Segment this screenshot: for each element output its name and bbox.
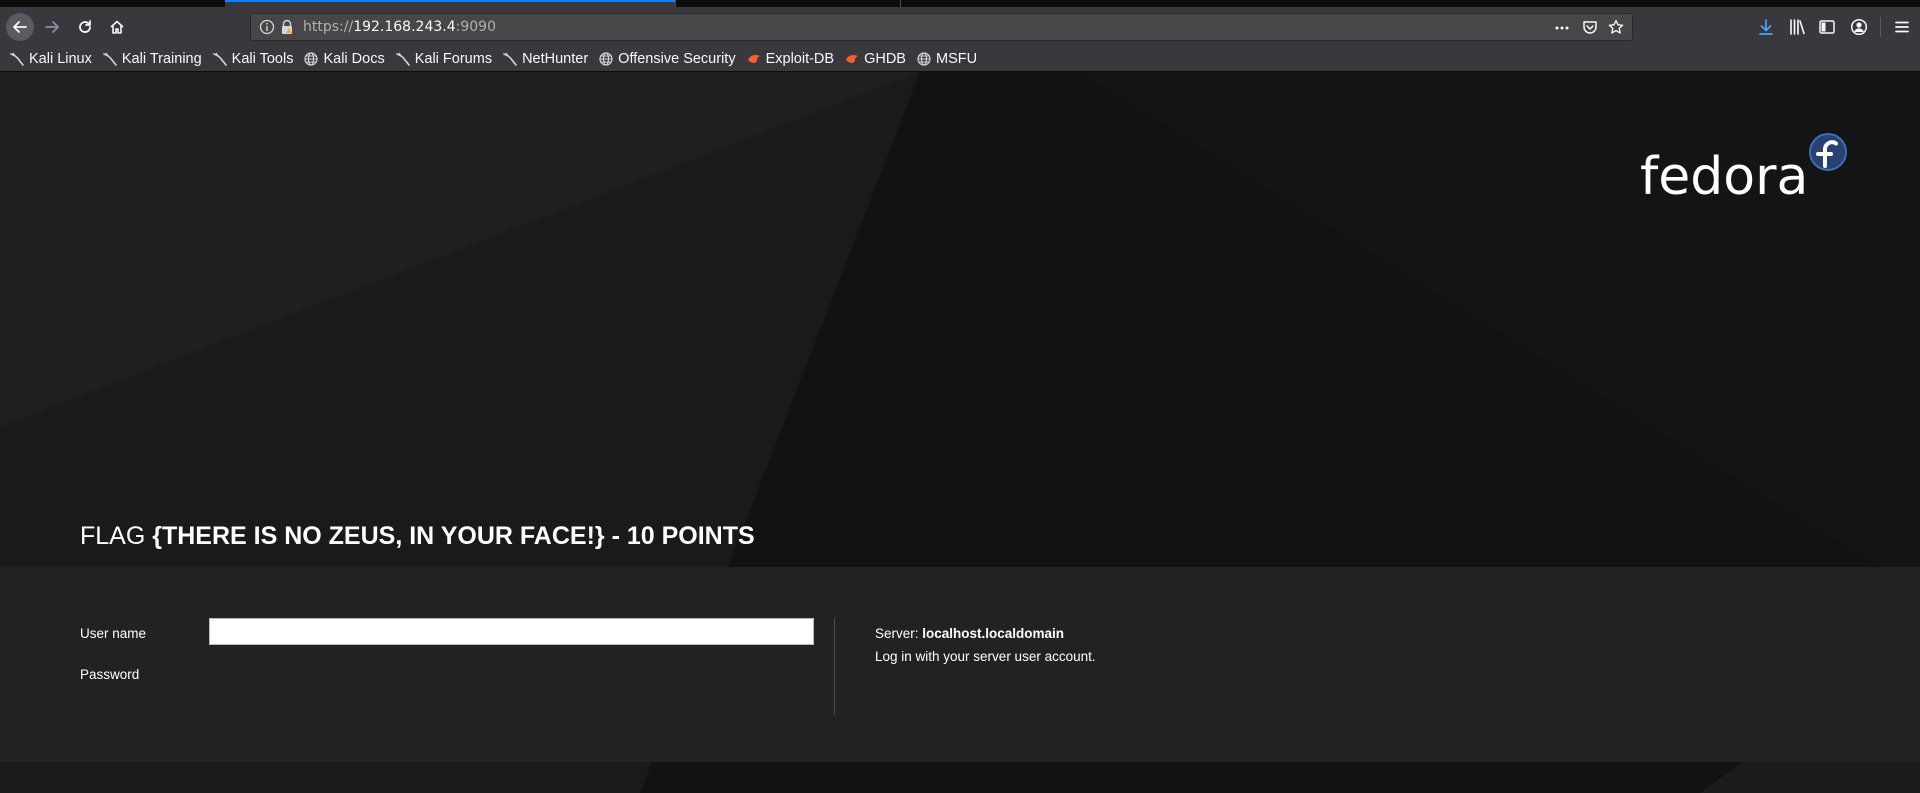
fedora-infinity-f-icon: [1809, 133, 1847, 171]
page-actions-more-icon[interactable]: [1554, 20, 1570, 36]
address-bar[interactable]: https://192.168.243.4:9090: [250, 13, 1633, 41]
bookmark-item[interactable]: Kali Training: [103, 51, 202, 67]
url-scheme: https://: [303, 19, 354, 35]
bookmark-item[interactable]: Kali Docs: [304, 50, 385, 67]
sidebar-toggle-icon[interactable]: [1818, 18, 1836, 36]
bookmark-label: Offensive Security: [618, 50, 736, 67]
arrow-right-icon: [45, 21, 59, 33]
login-panel: User name Password Server: localhost.loc…: [0, 567, 1920, 762]
bookmark-item[interactable]: Kali Linux: [10, 51, 92, 67]
download-icon[interactable]: [1757, 18, 1775, 36]
flag-title: FLAG {THERE IS NO ZEUS, IN YOUR FACE!} -…: [80, 522, 755, 551]
bookmark-label: NetHunter: [522, 50, 589, 67]
hamburger-menu-icon[interactable]: [1893, 18, 1911, 36]
bookmark-star-icon[interactable]: [1608, 19, 1624, 35]
bookmark-label: Kali Linux: [29, 50, 92, 67]
toolbar-separator: [1880, 17, 1881, 37]
pocket-icon[interactable]: [1582, 19, 1598, 35]
bookmark-label: MSFU: [935, 50, 978, 67]
bookmark-item[interactable]: Kali Tools: [212, 50, 294, 67]
home-button[interactable]: [103, 13, 131, 41]
server-info: Server: localhost.localdomain: [875, 626, 1064, 641]
arrow-left-icon: [13, 21, 27, 33]
bookmark-label: Kali Forums: [414, 50, 493, 67]
exploit-db-icon: [747, 52, 761, 66]
flag-prefix: FLAG: [80, 522, 153, 550]
web-page: fedora FLAG {THERE IS NO ZEUS, IN YOUR F…: [0, 72, 1920, 793]
kali-dragon-icon: [395, 52, 410, 66]
server-label: Server:: [875, 626, 923, 641]
broken-lock-icon[interactable]: [279, 19, 295, 35]
login-hint: Log in with your server user account.: [875, 649, 1096, 664]
bookmark-label: Exploit-DB: [765, 50, 835, 67]
username-input[interactable]: [209, 618, 814, 645]
library-icon[interactable]: [1788, 18, 1806, 36]
forward-button[interactable]: [38, 13, 66, 41]
bookmark-item[interactable]: NetHunter: [503, 51, 588, 67]
kali-dragon-icon: [103, 52, 117, 66]
globe-icon: [917, 51, 931, 66]
password-label: Password: [80, 667, 140, 682]
bookmark-label: Kali Training: [121, 50, 202, 67]
tab-strip: [0, 0, 1920, 7]
tab-separator: [675, 0, 676, 7]
server-name: localhost.localdomain: [922, 626, 1065, 641]
active-tab[interactable]: [225, 0, 675, 7]
exploit-db-icon: [845, 52, 859, 66]
globe-icon: [599, 51, 613, 66]
panel-divider: [834, 618, 835, 715]
bookmark-label: Kali Docs: [323, 50, 385, 67]
reload-button[interactable]: [71, 13, 99, 41]
kali-dragon-icon: [212, 52, 227, 66]
fedora-logo: fedora: [1640, 133, 1847, 207]
back-button[interactable]: [6, 13, 34, 41]
info-icon[interactable]: [259, 19, 275, 35]
reload-icon: [79, 20, 91, 33]
bookmark-item[interactable]: Offensive Security: [599, 50, 736, 67]
bookmarks-toolbar: Kali Linux Kali Training Kali Tools Kali Do…: [0, 46, 1920, 72]
bookmark-item[interactable]: Kali Forums: [395, 50, 493, 67]
flag-text: {THERE IS NO ZEUS, IN YOUR FACE!} - 10 P…: [152, 522, 755, 550]
account-icon[interactable]: [1850, 18, 1868, 36]
url-text[interactable]: https://192.168.243.4:9090: [303, 19, 496, 35]
navigation-toolbar: https://192.168.243.4:9090: [0, 7, 1920, 46]
bookmark-item[interactable]: GHDB: [845, 51, 906, 67]
bookmark-label: GHDB: [864, 50, 906, 67]
url-host: 192.168.243.4: [353, 19, 456, 35]
globe-icon: [304, 51, 319, 66]
home-icon: [110, 20, 124, 34]
username-label: User name: [80, 626, 147, 641]
kali-dragon-icon: [503, 52, 517, 66]
url-port: :9090: [455, 19, 496, 35]
fedora-wordmark: fedora: [1640, 147, 1808, 207]
tab-separator: [900, 0, 901, 7]
kali-dragon-icon: [10, 52, 24, 66]
bookmark-label: Kali Tools: [231, 50, 294, 67]
bookmark-item[interactable]: Exploit-DB: [747, 50, 835, 67]
bookmark-item[interactable]: MSFU: [917, 51, 977, 67]
